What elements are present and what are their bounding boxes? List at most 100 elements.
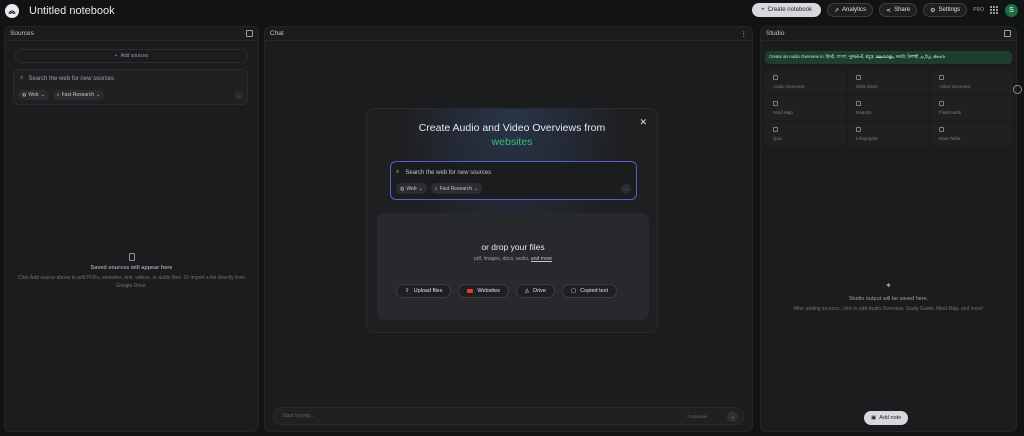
tool-label: Data Table (939, 136, 961, 141)
chevron-down-icon: ⌄ (96, 92, 101, 98)
tool-label: Flashcards (939, 110, 962, 115)
audio-icon (773, 75, 778, 80)
chat-input-box[interactable]: Start typing... 0 sources → (273, 407, 744, 425)
settings-button[interactable]: ⚙ Settings (923, 3, 968, 17)
source-search-input[interactable]: Search the web for new sources (28, 76, 114, 82)
web-dropdown[interactable]: ◍ Web ⌄ (396, 183, 427, 194)
collapse-panel-icon[interactable] (246, 30, 253, 37)
tool-audio-overview[interactable]: Audio Overview (765, 70, 846, 94)
audio-overview-language-banner[interactable]: Create an Audio Overview in: हिन्दी, বাং… (765, 51, 1012, 64)
avatar[interactable]: S (1005, 3, 1018, 17)
create-notebook-button[interactable]: + Create notebook (752, 3, 821, 17)
drive-button[interactable]: ◬ Drive (515, 284, 555, 298)
clipboard-icon: ▢ (570, 288, 577, 294)
table-icon (939, 127, 944, 132)
source-search-box[interactable]: ⌕ Search the web for new sources ◍ Web ⌄ ⌕ F… (13, 69, 248, 105)
research-mode-dropdown[interactable]: ⌕ Fast Research ⌄ (52, 90, 105, 100)
quiz-icon (773, 127, 778, 132)
magic-wand-icon: ✦ (885, 281, 892, 290)
sources-empty-state: Saved sources will appear here Click Add… (5, 253, 258, 290)
reports-icon (856, 101, 861, 106)
plus-icon: + (114, 53, 118, 59)
research-chip-label: Fast Research (439, 185, 473, 192)
add-sources-button[interactable]: + Add sources (15, 49, 248, 63)
analytics-label: Analytics (842, 7, 867, 13)
apps-grid-icon[interactable] (990, 5, 999, 15)
chat-header: Chat ⋮ (265, 27, 752, 41)
chat-title: Chat (270, 30, 284, 37)
mind-map-icon (773, 101, 778, 106)
tool-label: Video Overview (939, 84, 971, 89)
chevron-down-icon: ⌄ (474, 185, 479, 192)
send-arrow-icon[interactable]: → (727, 411, 738, 422)
tool-label: Reports (856, 110, 872, 115)
more-vert-icon[interactable]: ⋮ (741, 30, 748, 38)
sources-title: Sources (10, 30, 34, 37)
analytics-icon: ↗ (833, 7, 840, 14)
studio-panel: Studio Create an Audio Overview in: हिन्… (760, 26, 1017, 432)
chevron-down-icon: ⌄ (418, 185, 423, 192)
help-icon[interactable] (1013, 85, 1022, 94)
sources-empty-title: Saved sources will appear here (90, 265, 173, 271)
tool-label: Quiz (773, 136, 783, 141)
submit-arrow-icon[interactable]: → (234, 91, 243, 100)
share-icon: ⋖ (886, 7, 892, 14)
copied-text-label: Copied text (580, 288, 608, 294)
dialog-title-highlight: websites (491, 136, 533, 149)
studio-empty-state: ✦ Studio output will be saved here. Afte… (761, 281, 1016, 313)
and-more-link[interactable]: and more (531, 256, 552, 262)
settings-label: Settings (938, 7, 961, 13)
dialog-title-text: Create Audio and Video Overviews from (418, 122, 606, 134)
research-mode-dropdown[interactable]: ⌕ Fast Research ⌄ (430, 183, 483, 194)
web-search-input[interactable]: Search the web for new sources (405, 170, 491, 176)
copied-text-button[interactable]: ▢ Copied text (561, 284, 617, 298)
add-note-button[interactable]: ▣ Add note (864, 411, 909, 425)
note-icon: ▣ (871, 415, 877, 421)
submit-arrow-icon[interactable]: → (621, 184, 631, 194)
upload-icon: ⇪ (405, 288, 410, 294)
drive-icon: ◬ (524, 288, 530, 294)
research-chip-label: Fast Research (61, 92, 95, 98)
tool-video-overview[interactable]: Video Overview (931, 70, 1012, 94)
tool-mind-map[interactable]: Mind Map (765, 96, 846, 120)
file-drop-zone[interactable]: or drop your files pdf, images, docs, au… (377, 213, 649, 320)
web-search-box[interactable]: ⌕ Search the web for new sources ◍ Web ⌄ ⌕ F… (390, 161, 637, 200)
notebook-title[interactable]: Untitled notebook (29, 5, 115, 17)
youtube-icon (467, 289, 474, 293)
source-count: 0 sources (687, 414, 707, 419)
studio-title: Studio (766, 30, 785, 37)
plus-icon: + (761, 7, 765, 13)
dialog-title: Create Audio and Video Overviews from we… (367, 121, 657, 149)
globe-icon: ◍ (400, 185, 405, 192)
create-notebook-label: Create notebook (767, 7, 812, 13)
notebooklm-logo-icon[interactable] (5, 4, 19, 18)
web-dropdown[interactable]: ◍ Web ⌄ (18, 90, 49, 100)
websites-button[interactable]: Websites (458, 284, 509, 298)
upload-files-button[interactable]: ⇪ Upload files (396, 284, 452, 298)
tool-label: Audio Overview (773, 84, 805, 89)
tool-infographic[interactable]: Infographic (848, 122, 929, 146)
upload-files-label: Upload files (413, 288, 443, 294)
flashcards-icon (939, 101, 944, 106)
chevron-down-icon: ⌄ (40, 92, 45, 98)
globe-icon: ◍ (22, 92, 27, 98)
add-sources-dialog: ✕ Create Audio and Video Overviews from … (366, 108, 658, 333)
tool-flashcards[interactable]: Flashcards (931, 96, 1012, 120)
drive-label: Drive (533, 288, 546, 294)
research-icon: ⌕ (434, 185, 438, 192)
analytics-button[interactable]: ↗ Analytics (826, 3, 874, 17)
chat-input[interactable]: Start typing... (282, 413, 314, 419)
tool-data-table[interactable]: Data Table (931, 122, 1012, 146)
share-label: Share (894, 7, 911, 13)
search-icon: ⌕ (20, 75, 24, 81)
top-bar: Untitled notebook + Create notebook ↗ Anal… (0, 0, 1024, 22)
share-button[interactable]: ⋖ Share (879, 3, 918, 17)
tool-slide-deck[interactable]: Slide Deck (848, 70, 929, 94)
add-sources-label: Add sources (120, 53, 149, 59)
sources-header: Sources (5, 27, 258, 41)
collapse-panel-icon[interactable] (1004, 30, 1011, 37)
tool-reports[interactable]: Reports (848, 96, 929, 120)
drop-subtitle: pdf, images, docs, audio, and more (377, 256, 649, 262)
document-icon (128, 253, 135, 261)
tool-quiz[interactable]: Quiz (765, 122, 846, 146)
